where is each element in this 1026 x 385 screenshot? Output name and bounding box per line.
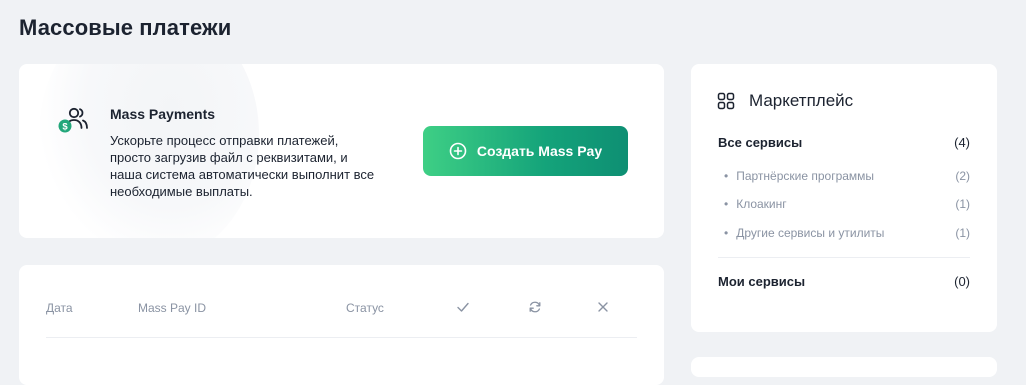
create-mass-pay-button[interactable]: Создать Mass Pay: [423, 126, 628, 176]
mass-payments-card: $ Mass Payments Ускорьте процесс отправк…: [19, 64, 664, 238]
table-header-divider: [46, 337, 637, 338]
category-label: Клоакинг: [724, 197, 786, 211]
column-header-date[interactable]: Дата: [46, 301, 73, 315]
svg-text:$: $: [62, 122, 68, 133]
category-item[interactable]: Клоакинг (1): [724, 197, 970, 211]
grid-icon: [717, 92, 735, 110]
refresh-icon[interactable]: [528, 300, 542, 314]
promo-title: Mass Payments: [110, 106, 216, 122]
marketplace-divider: [718, 257, 970, 258]
my-services-row[interactable]: Мои сервисы (0): [718, 274, 970, 289]
all-services-row[interactable]: Все сервисы (4): [718, 135, 970, 150]
category-count: (1): [955, 226, 970, 240]
category-item[interactable]: Другие сервисы и утилиты (1): [724, 226, 970, 240]
category-label: Другие сервисы и утилиты: [724, 226, 884, 240]
category-item[interactable]: Партнёрские программы (2): [724, 169, 970, 183]
page-title: Массовые платежи: [19, 15, 232, 40]
next-card-edge: [691, 357, 997, 377]
users-dollar-icon: $: [58, 107, 88, 133]
check-icon[interactable]: [456, 300, 470, 314]
marketplace-card: Маркетплейс Все сервисы (4) Партнёрские …: [691, 64, 997, 332]
column-header-mass-pay-id[interactable]: Mass Pay ID: [138, 301, 206, 315]
close-icon[interactable]: [596, 300, 610, 314]
my-services-count: (0): [954, 274, 970, 289]
promo-description: Ускорьте процесс отправки платежей, прос…: [110, 133, 375, 199]
all-services-label: Все сервисы: [718, 135, 803, 150]
create-mass-pay-label: Создать Mass Pay: [476, 143, 603, 159]
column-header-status[interactable]: Статус: [346, 301, 384, 315]
marketplace-title: Маркетплейс: [749, 91, 854, 110]
category-count: (1): [955, 197, 970, 211]
plus-circle-icon: [449, 142, 467, 160]
mass-pay-table: Дата Mass Pay ID Статус: [19, 265, 664, 385]
my-services-label: Мои сервисы: [718, 274, 806, 289]
category-label: Партнёрские программы: [724, 169, 874, 183]
all-services-count: (4): [954, 135, 970, 150]
category-count: (2): [955, 169, 970, 183]
